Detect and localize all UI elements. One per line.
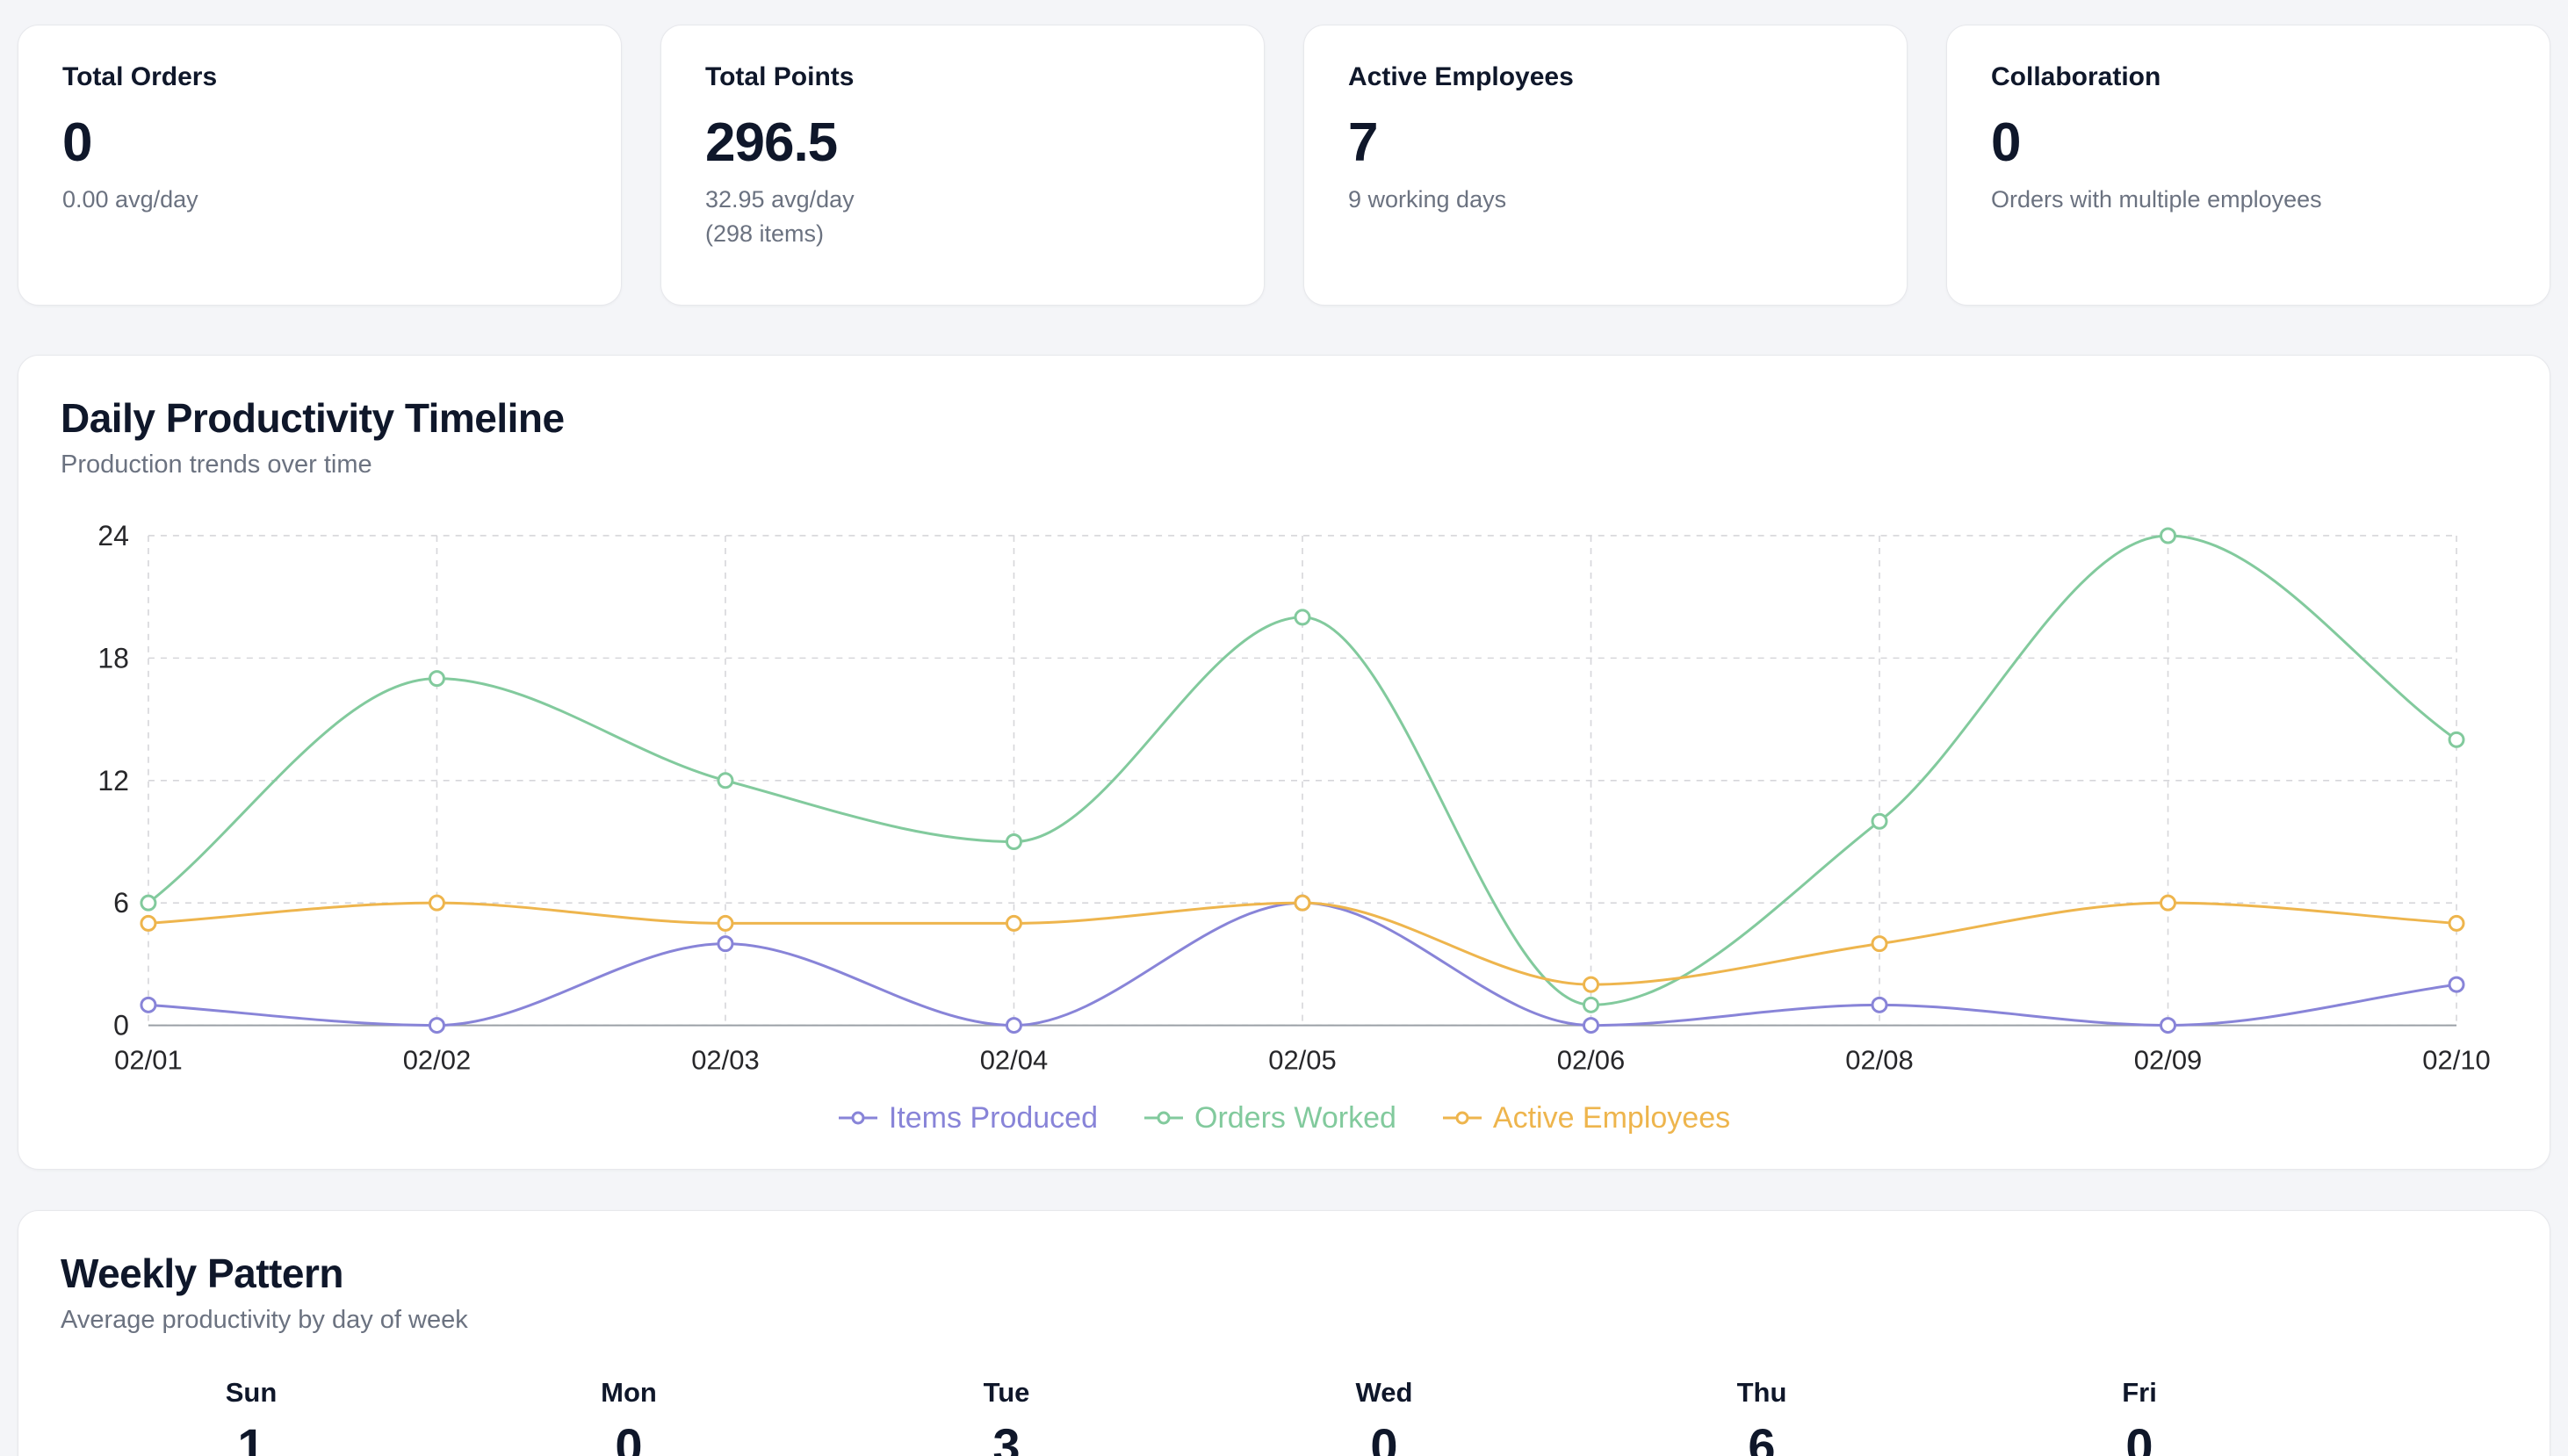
- legend-item-active-employees[interactable]: Active Employees: [1442, 1101, 1730, 1135]
- legend-label: Active Employees: [1493, 1101, 1730, 1135]
- stat-card-active-employees: Active Employees 7 9 working days: [1303, 25, 1908, 306]
- weekly-pattern-card: Weekly Pattern Average productivity by d…: [18, 1210, 2550, 1456]
- stat-card-total-orders: Total Orders 0 0.00 avg/day: [18, 25, 622, 306]
- svg-text:02/03: 02/03: [691, 1045, 760, 1076]
- stat-value: 7: [1348, 112, 1863, 174]
- stats-row: Total Orders 0 0.00 avg/day Total Points…: [18, 25, 2550, 306]
- stat-subtitle-2: (298 items): [705, 217, 1220, 251]
- chart-legend: Items Produced Orders Worked Active Empl…: [61, 1101, 2507, 1144]
- svg-text:18: 18: [97, 642, 129, 674]
- day-value: 6: [1573, 1417, 1951, 1456]
- productivity-line-chart[interactable]: 0 6 12 18 24 02/01 02/02 02/03 02/04 02/05 02/06 02…: [61, 509, 2507, 1099]
- line-series-icon: [838, 1108, 878, 1128]
- stat-subtitle: Orders with multiple employees: [1991, 183, 2506, 217]
- weekly-day-fri: Fri 0 items/day: [1951, 1377, 2328, 1456]
- day-value: 0: [440, 1417, 818, 1456]
- timeline-title: Daily Productivity Timeline: [61, 394, 2507, 442]
- dashboard-page: Total Orders 0 0.00 avg/day Total Points…: [0, 0, 2568, 1456]
- stat-title: Collaboration: [1991, 62, 2506, 92]
- stat-title: Total Orders: [62, 62, 577, 92]
- svg-text:02/01: 02/01: [114, 1045, 183, 1076]
- daily-productivity-card: Daily Productivity Timeline Production t…: [18, 355, 2550, 1170]
- weekly-day-thu: Thu 6 items/day: [1573, 1377, 1951, 1456]
- svg-text:02/06: 02/06: [1557, 1045, 1626, 1076]
- stat-value: 296.5: [705, 112, 1220, 174]
- line-series-icon: [1442, 1108, 1482, 1128]
- svg-text:12: 12: [97, 765, 129, 796]
- legend-label: Items Produced: [889, 1101, 1098, 1135]
- stat-value: 0: [62, 112, 577, 174]
- stat-card-collaboration: Collaboration 0 Orders with multiple emp…: [1946, 25, 2550, 306]
- weekly-grid: Sun 1 items/day Mon 0 items/day Tue 3 it…: [62, 1377, 2507, 1456]
- stat-title: Total Points: [705, 62, 1220, 92]
- svg-text:02/08: 02/08: [1845, 1045, 1913, 1076]
- legend-item-items-produced[interactable]: Items Produced: [838, 1101, 1098, 1135]
- svg-text:02/10: 02/10: [2422, 1045, 2491, 1076]
- stat-subtitle: 0.00 avg/day: [62, 183, 577, 217]
- svg-text:24: 24: [97, 520, 129, 551]
- weekly-day-sun: Sun 1 items/day: [62, 1377, 440, 1456]
- day-value: 0: [1951, 1417, 2328, 1456]
- day-name: Wed: [1195, 1377, 1573, 1409]
- legend-item-orders-worked[interactable]: Orders Worked: [1143, 1101, 1396, 1135]
- stat-title: Active Employees: [1348, 62, 1863, 92]
- weekly-day-mon: Mon 0 items/day: [440, 1377, 818, 1456]
- svg-text:02/09: 02/09: [2134, 1045, 2203, 1076]
- stat-subtitle: 9 working days: [1348, 183, 1863, 217]
- weekly-title: Weekly Pattern: [61, 1250, 2507, 1297]
- stat-value: 0: [1991, 112, 2506, 174]
- weekly-day-tue: Tue 3 items/day: [818, 1377, 1195, 1456]
- svg-text:02/04: 02/04: [980, 1045, 1049, 1076]
- day-name: Sun: [62, 1377, 440, 1409]
- svg-text:6: 6: [113, 887, 129, 919]
- day-name: Thu: [1573, 1377, 1951, 1409]
- weekly-day-wed: Wed 0 items/day: [1195, 1377, 1573, 1456]
- svg-text:02/05: 02/05: [1268, 1045, 1337, 1076]
- day-value: 3: [818, 1417, 1195, 1456]
- day-value: 1: [62, 1417, 440, 1456]
- stat-card-total-points: Total Points 296.5 32.95 avg/day (298 it…: [660, 25, 1265, 306]
- legend-label: Orders Worked: [1194, 1101, 1396, 1135]
- line-series-icon: [1143, 1108, 1184, 1128]
- stat-subtitle: 32.95 avg/day: [705, 183, 1220, 217]
- day-name: Tue: [818, 1377, 1195, 1409]
- day-value: 0: [1195, 1417, 1573, 1456]
- timeline-subtitle: Production trends over time: [61, 450, 2507, 479]
- svg-text:02/02: 02/02: [403, 1045, 472, 1076]
- svg-text:0: 0: [113, 1010, 129, 1042]
- day-name: Mon: [440, 1377, 818, 1409]
- day-name: Fri: [1951, 1377, 2328, 1409]
- weekly-subtitle: Average productivity by day of week: [61, 1306, 2507, 1335]
